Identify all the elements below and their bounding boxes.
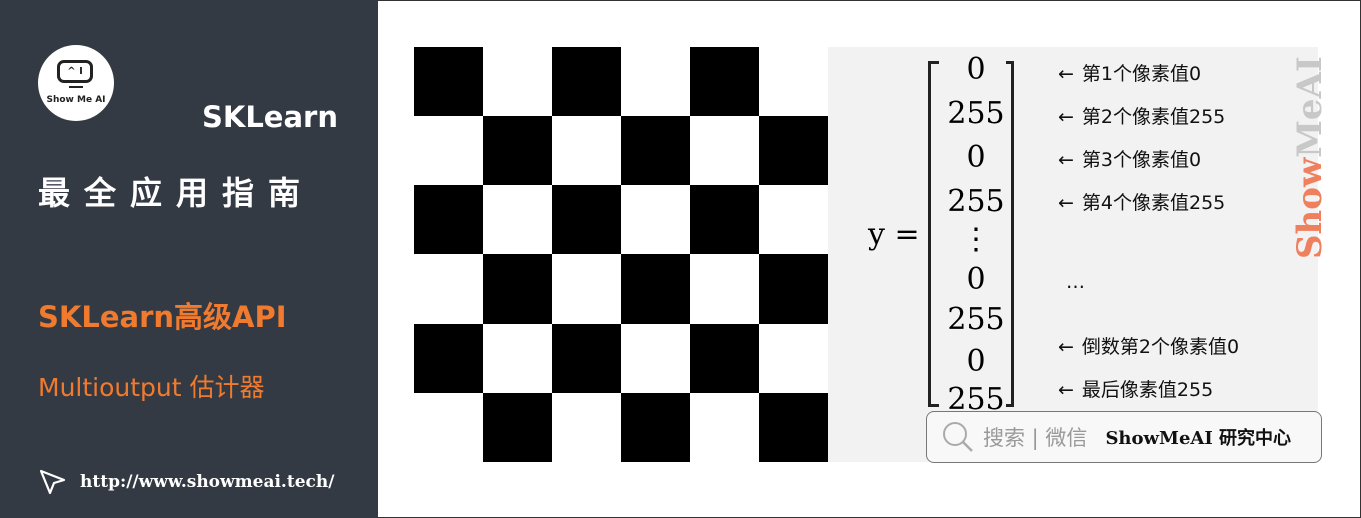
checker-cell (759, 392, 828, 462)
vector-entry: 255 (947, 96, 1005, 131)
annotation-text: 第4个像素值255 (1081, 192, 1226, 214)
search-label: 搜索 | 微信 (983, 426, 1088, 450)
logo-text: Show Me AI (46, 95, 106, 105)
checker-cell (759, 254, 828, 324)
showmeai-logo: ^ I Show Me AI (38, 45, 114, 121)
pixel-annotation: ← 第4个像素值255 (1058, 188, 1225, 215)
left-arrow-icon: ← (1058, 149, 1074, 171)
checker-cell (552, 116, 621, 186)
checker-cell (690, 47, 759, 117)
checker-cell (690, 392, 759, 462)
cursor-icon (39, 469, 66, 495)
annotation-text: 倒数第2个像素值0 (1081, 336, 1240, 358)
checker-cell (414, 323, 483, 393)
checker-cell (552, 47, 621, 117)
vector-entry: 0 (966, 344, 986, 379)
vector-entry: 0 (966, 262, 986, 297)
checker-cell (483, 116, 552, 186)
checker-cell (690, 116, 759, 186)
vector-entry: 255 (947, 184, 1005, 219)
checker-cell (483, 47, 552, 117)
left-arrow-icon: ← (1058, 192, 1074, 214)
checker-cell (414, 116, 483, 186)
checker-cell (759, 116, 828, 186)
checker-cell (621, 47, 690, 117)
checker-cell (483, 254, 552, 324)
section-title: SKLearn高级API (38, 300, 287, 334)
checker-cell (414, 47, 483, 117)
website-link[interactable]: http://www.showmeai.tech/ (38, 468, 334, 496)
checker-cell (414, 392, 483, 462)
checker-cell (759, 185, 828, 255)
subtitle: 最全应用指南 (38, 174, 315, 212)
checker-cell (621, 392, 690, 462)
search-box[interactable]: 搜索 | 微信 ShowMeAI 研究中心 (926, 411, 1322, 463)
checker-cell (690, 185, 759, 255)
left-arrow-icon: ← (1058, 379, 1074, 401)
checker-cell (759, 47, 828, 117)
annotation-text: 最后像素值255 (1081, 379, 1214, 401)
url-text[interactable]: http://www.showmeai.tech/ (80, 472, 334, 492)
checker-cell (621, 185, 690, 255)
pixel-annotation: … (1058, 271, 1085, 293)
checker-cell (552, 254, 621, 324)
pixel-annotation: ← 第1个像素值0 (1058, 59, 1201, 86)
pixel-annotation: ← 最后像素值255 (1058, 375, 1213, 402)
checker-cell (552, 392, 621, 462)
checker-cell (621, 254, 690, 324)
checker-cell (621, 323, 690, 393)
sidebar: ^ I Show Me AI SKLearn 最全应用指南 SKLearn高级A… (0, 0, 378, 518)
watermark-part2: MeAI (1290, 56, 1330, 158)
watermark-part1: Show (1290, 157, 1330, 259)
checker-cell (690, 254, 759, 324)
checkerboard-image (414, 47, 828, 462)
checker-cell (483, 323, 552, 393)
checker-cell (552, 185, 621, 255)
annotation-text: … (1066, 271, 1085, 293)
vector-entry: ⋮ (961, 222, 991, 257)
left-arrow-icon: ← (1058, 63, 1074, 85)
left-arrow-icon: ← (1058, 106, 1074, 128)
pixel-vector-formula: y = 0 255 0 255 ⋮ 0 255 0 255 ← 第1个像素值0 ← 第2个像素值255… (828, 47, 1330, 462)
annotation-text: 第2个像素值255 (1081, 106, 1226, 128)
vector-entry: 0 (966, 52, 986, 87)
checker-cell (552, 323, 621, 393)
search-icon (943, 422, 973, 452)
title: SKLearn (201, 100, 338, 134)
vector-entry: 0 (966, 140, 986, 175)
vector-entry: 255 (947, 302, 1005, 337)
topic-title: Multioutput 估计器 (38, 373, 265, 402)
checker-cell (621, 116, 690, 186)
pixel-annotation: ← 第3个像素值0 (1058, 145, 1201, 172)
robot-screen-icon: ^ I (57, 60, 93, 83)
annotation-text: 第1个像素值0 (1081, 63, 1202, 85)
checker-cell (690, 323, 759, 393)
checker-cell (483, 392, 552, 462)
checker-cell (414, 185, 483, 255)
showmeai-watermark: ShowMeAI (1290, 40, 1330, 275)
checker-cell (759, 323, 828, 393)
checker-cell (414, 254, 483, 324)
annotation-text: 第3个像素值0 (1081, 149, 1202, 171)
formula-lhs: y = (868, 217, 920, 252)
pixel-annotation: ← 倒数第2个像素值0 (1058, 332, 1239, 359)
wechat-account: ShowMeAI 研究中心 (1105, 428, 1292, 449)
checker-cell (483, 185, 552, 255)
left-arrow-icon: ← (1058, 336, 1074, 358)
pixel-annotation: ← 第2个像素值255 (1058, 102, 1225, 129)
